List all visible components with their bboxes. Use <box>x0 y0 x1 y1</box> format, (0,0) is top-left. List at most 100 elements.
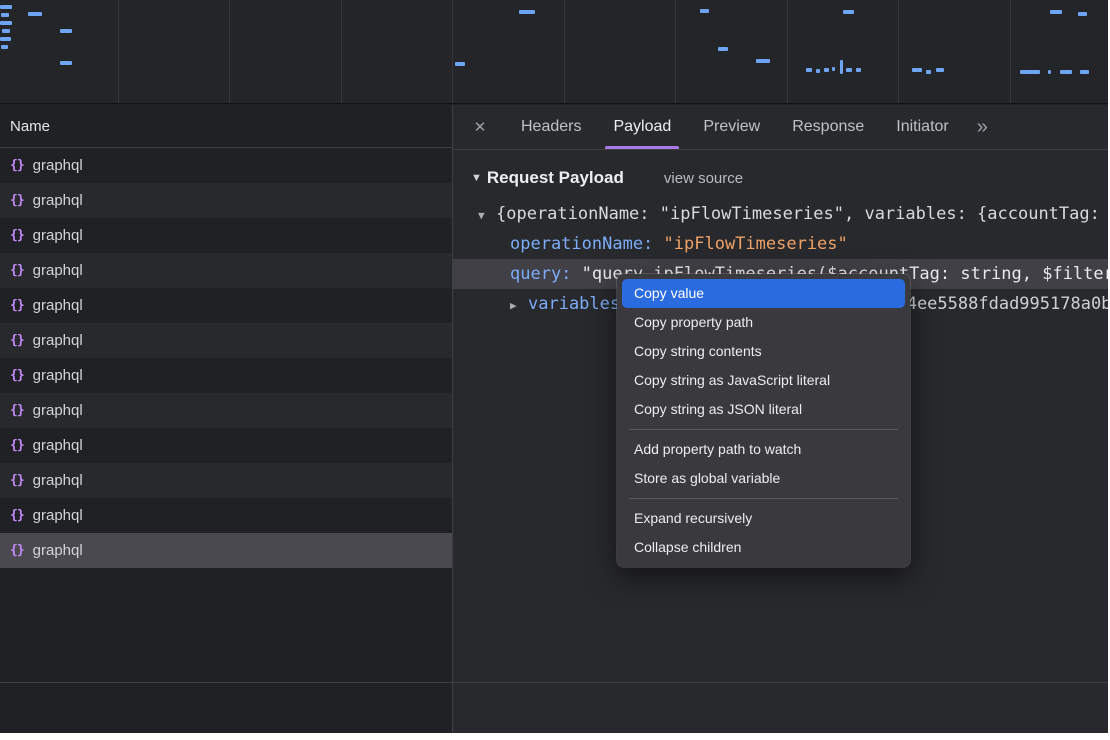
timeline-activity-bar <box>2 29 10 33</box>
request-name: graphql <box>33 297 83 314</box>
collapse-triangle-icon[interactable]: ▼ <box>471 172 482 184</box>
menu-item-copy-string-as-json-literal[interactable]: Copy string as JSON literal <box>622 395 905 424</box>
menu-item-add-property-path-to-watch[interactable]: Add property path to watch <box>622 435 905 464</box>
request-list: {} graphql {} graphql {} graphql {} graphql {} gr… <box>0 148 452 568</box>
timeline-activity-bar <box>840 60 843 74</box>
close-detail-button[interactable]: ✕ <box>463 105 497 149</box>
timeline-activity-bar <box>60 29 72 33</box>
json-braces-icon: {} <box>10 368 24 383</box>
table-row[interactable]: {}graphql <box>0 253 452 288</box>
request-name: graphql <box>33 437 83 454</box>
triangle-right-icon[interactable]: ▶ <box>510 291 528 319</box>
request-name: graphql <box>33 402 83 419</box>
view-source-link[interactable]: view source <box>664 170 743 187</box>
menu-separator <box>629 498 898 499</box>
detail-tabs: HeadersPayloadPreviewResponseInitiator <box>505 105 965 149</box>
request-name: graphql <box>33 262 83 279</box>
json-braces-icon: {} <box>10 158 24 173</box>
request-name: graphql <box>33 542 83 559</box>
payload-tree-row[interactable]: ▼{operationName: "ipFlowTimeseries", var… <box>453 199 1108 229</box>
timeline-gridline <box>675 0 676 103</box>
table-row[interactable]: {} graphql <box>0 288 452 323</box>
table-row[interactable]: {}graphql <box>0 183 452 218</box>
timeline-gridline <box>341 0 342 103</box>
request-name: graphql <box>33 332 83 349</box>
timeline-activity-bar <box>718 47 728 51</box>
payload-text-segment: {operationName: "ipFlowTimeseries", vari… <box>496 204 1108 224</box>
menu-item-copy-string-as-javascript-literal[interactable]: Copy string as JavaScript literal <box>622 366 905 395</box>
timeline-activity-bar <box>936 68 944 72</box>
timeline-activity-bar <box>0 37 11 41</box>
timeline-gridline <box>452 0 453 103</box>
timeline-gridline <box>787 0 788 103</box>
timeline-activity-bar <box>1020 70 1040 74</box>
payload-text-segment: variables <box>528 294 620 314</box>
network-overview-timeline[interactable] <box>0 0 1108 104</box>
timeline-activity-bar <box>926 70 931 74</box>
timeline-activity-bar <box>1048 70 1051 74</box>
timeline-activity-bar <box>0 21 12 25</box>
detail-tabbar: ✕ HeadersPayloadPreviewResponseInitiator… <box>453 105 1108 150</box>
menu-item-copy-property-path[interactable]: Copy property path <box>622 308 905 337</box>
timeline-gridline <box>898 0 899 103</box>
table-row[interactable]: {} graphql <box>0 323 452 358</box>
menu-item-expand-recursively[interactable]: Expand recursively <box>622 504 905 533</box>
menu-item-collapse-children[interactable]: Collapse children <box>622 533 905 562</box>
tab-response[interactable]: Response <box>776 105 880 149</box>
timeline-activity-bar <box>1050 10 1062 14</box>
timeline-activity-bar <box>856 68 861 72</box>
section-title: Request Payload <box>487 168 624 188</box>
timeline-activity-bar <box>60 61 72 65</box>
request-name: graphql <box>33 157 83 174</box>
more-tabs-button[interactable]: » <box>965 105 1000 149</box>
payload-text-segment: "ipFlowTimeseries" <box>664 234 848 254</box>
table-row[interactable]: {}graphql <box>0 498 452 533</box>
timeline-gridline <box>1010 0 1011 103</box>
json-braces-icon: {} <box>10 543 24 558</box>
json-braces-icon: {} <box>10 473 24 488</box>
timeline-activity-bar <box>28 12 42 16</box>
tab-preview[interactable]: Preview <box>687 105 776 149</box>
menu-item-copy-string-contents[interactable]: Copy string contents <box>622 337 905 366</box>
chevron-double-right-icon: » <box>977 116 988 139</box>
menu-item-store-as-global-variable[interactable]: Store as global variable <box>622 464 905 493</box>
tab-payload[interactable]: Payload <box>597 105 687 149</box>
table-row[interactable]: {}graphql <box>0 218 452 253</box>
timeline-activity-bar <box>806 68 812 72</box>
triangle-down-icon[interactable]: ▼ <box>478 201 496 229</box>
request-name: graphql <box>33 227 83 244</box>
timeline-activity-bar <box>843 10 854 14</box>
timeline-gridline <box>118 0 119 103</box>
payload-text-segment: query: <box>510 264 582 284</box>
table-row[interactable]: {} graphql <box>0 463 452 498</box>
tab-headers[interactable]: Headers <box>505 105 597 149</box>
context-menu: Copy valueCopy property pathCopy string … <box>617 274 910 567</box>
request-name: graphql <box>33 192 83 209</box>
column-header-label: Name <box>10 118 50 135</box>
timeline-activity-bar <box>816 69 820 73</box>
table-row[interactable]: {} graphql <box>0 358 452 393</box>
timeline-gridline <box>229 0 230 103</box>
timeline-activity-bar <box>832 67 835 71</box>
close-icon: ✕ <box>474 118 487 136</box>
table-row[interactable]: {} graphql <box>0 393 452 428</box>
menu-item-copy-value[interactable]: Copy value <box>622 279 905 308</box>
request-name: graphql <box>33 472 83 489</box>
request-name: graphql <box>33 367 83 384</box>
json-braces-icon: {} <box>10 438 24 453</box>
column-header-name[interactable]: Name <box>0 105 452 148</box>
timeline-activity-bar <box>519 10 535 14</box>
json-braces-icon: {} <box>10 298 24 313</box>
main-split: Name {}graphql{}graphql{}graphql{}graphq… <box>0 105 1108 733</box>
tab-initiator[interactable]: Initiator <box>880 105 964 149</box>
table-row[interactable]: {} graphql <box>0 533 452 568</box>
timeline-activity-bar <box>455 62 465 66</box>
timeline-activity-bar <box>756 59 770 63</box>
payload-tree-row[interactable]: operationName: "ipFlowTimeseries" <box>453 229 1108 259</box>
timeline-activity-bar <box>912 68 922 72</box>
timeline-activity-bar <box>1 13 9 17</box>
json-braces-icon: {} <box>10 333 24 348</box>
table-row[interactable]: {} graphql <box>0 428 452 463</box>
json-braces-icon: {} <box>10 403 24 418</box>
table-row[interactable]: {} graphql <box>0 148 452 183</box>
